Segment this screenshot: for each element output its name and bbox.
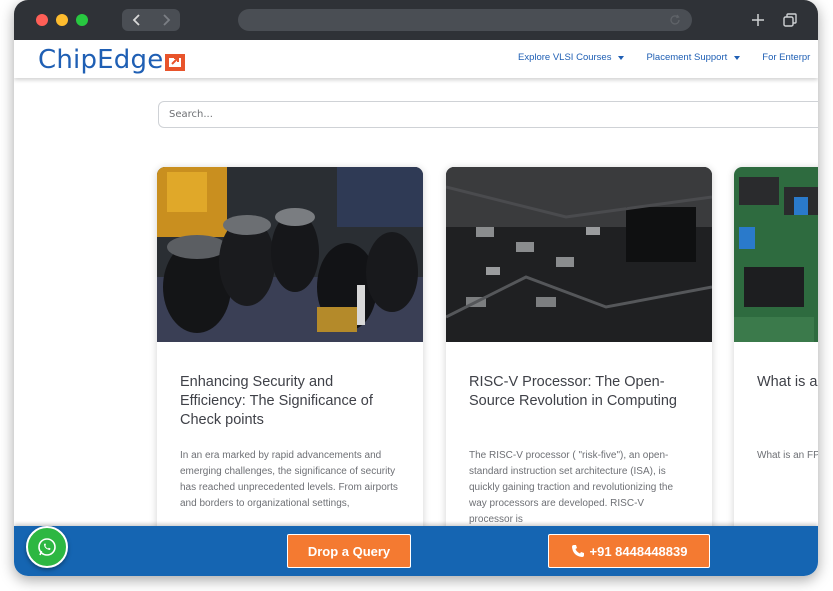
whatsapp-button[interactable] (26, 526, 68, 568)
minimize-window-button[interactable] (56, 14, 68, 26)
logo-text: ChipEdge (38, 45, 164, 75)
card-image-fpga-board[interactable] (734, 167, 818, 342)
card-image-circuit-board[interactable] (446, 167, 712, 342)
address-bar[interactable] (238, 9, 692, 31)
phone-number-label: +91 8448448839 (589, 543, 688, 559)
back-button[interactable] (122, 9, 151, 31)
chipedge-logo[interactable]: ChipEdge (38, 44, 186, 76)
card-excerpt: The RISC-V processor ( "risk-five"), an … (469, 450, 674, 525)
site-header: ChipEdge Explore VLSI Courses Placement … (14, 40, 818, 78)
card-excerpt: In an era marked by rapid advancements a… (180, 450, 398, 509)
blog-card[interactable]: What is a What is an FP for 'Field Prog … (734, 167, 818, 576)
nav-item-for-enterprise[interactable]: For Enterpr (762, 52, 810, 63)
drop-a-query-button[interactable]: Drop a Query (287, 534, 411, 568)
blog-card[interactable]: Enhancing Security and Efficiency: The S… (157, 167, 423, 576)
page-content: ChipEdge Explore VLSI Courses Placement … (14, 40, 818, 576)
call-phone-button[interactable]: +91 8448448839 (548, 534, 710, 568)
phone-icon (571, 545, 584, 557)
history-nav (122, 9, 180, 31)
drop-a-query-label: Drop a Query (307, 543, 391, 559)
browser-titlebar (14, 0, 818, 40)
search-input[interactable] (158, 101, 818, 128)
maximize-window-button[interactable] (76, 14, 88, 26)
card-title[interactable]: RISC-V Processor: The Open-Source Revolu… (469, 373, 691, 411)
nav-item-explore-vlsi-courses[interactable]: Explore VLSI Courses (518, 52, 625, 63)
plus-icon[interactable] (750, 12, 766, 28)
chevron-right-icon (162, 14, 170, 26)
card-image-capacitors[interactable] (157, 167, 423, 342)
caret-down-icon (618, 55, 625, 60)
contact-bar: Drop a Query +91 8448448839 (14, 526, 818, 576)
chevron-left-icon (132, 14, 140, 26)
reload-icon[interactable] (668, 13, 682, 27)
nav-item-label: Explore VLSI Courses (518, 52, 612, 63)
card-title[interactable]: What is a (757, 373, 818, 392)
caret-down-icon (734, 55, 741, 60)
nav-item-label: Placement Support (646, 52, 728, 63)
main-nav: Explore VLSI Courses Placement Support F… (518, 52, 818, 63)
browser-window: ChipEdge Explore VLSI Courses Placement … (14, 0, 818, 576)
nav-item-label: For Enterpr (762, 52, 811, 63)
close-window-button[interactable] (36, 14, 48, 26)
forward-button[interactable] (151, 9, 180, 31)
card-title[interactable]: Enhancing Security and Efficiency: The S… (180, 373, 402, 430)
card-excerpt: What is an FP for 'Field Prog an integra… (757, 450, 818, 461)
whatsapp-icon (38, 538, 56, 556)
tabs-icon[interactable] (782, 12, 798, 28)
blog-card[interactable]: RISC-V Processor: The Open-Source Revolu… (446, 167, 712, 576)
nav-item-placement-support[interactable]: Placement Support (646, 52, 741, 63)
logo-mark-icon (165, 54, 186, 71)
